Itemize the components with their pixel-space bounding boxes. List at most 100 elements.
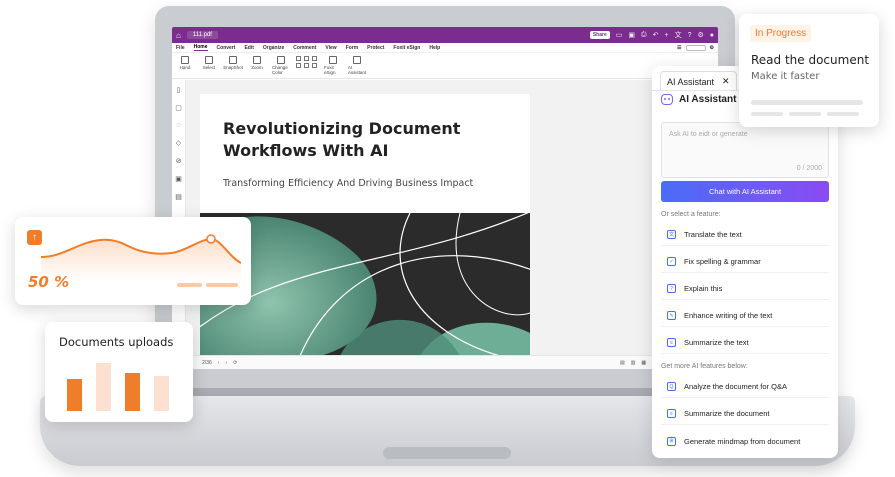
zoom-icon bbox=[253, 56, 261, 64]
print-icon[interactable]: ⎙ bbox=[641, 31, 647, 39]
zoom-tool[interactable]: Zoom bbox=[248, 56, 266, 70]
menu-foxit-esign[interactable]: Foxit eSign bbox=[393, 45, 420, 51]
upload-bar bbox=[125, 373, 140, 411]
fit-width-icon[interactable]: ▥ bbox=[631, 360, 636, 366]
layout-icon[interactable]: ☰ bbox=[677, 45, 681, 51]
placeholder-line-segments bbox=[751, 112, 863, 116]
menu-file[interactable]: File bbox=[176, 45, 185, 51]
legend-dash bbox=[177, 283, 202, 287]
ai-prompt-input[interactable]: Ask AI to eidt or generate 0 / 2000 bbox=[661, 122, 829, 178]
next-page-icon[interactable]: › bbox=[225, 360, 227, 366]
enhance-icon: ✎ bbox=[667, 311, 676, 320]
stat-value: 50 % bbox=[28, 273, 70, 291]
help-icon[interactable]: ? bbox=[688, 32, 692, 39]
menu-view[interactable]: View bbox=[325, 45, 336, 51]
menu-protect[interactable]: Protect bbox=[367, 45, 384, 51]
close-icon[interactable]: ✕ bbox=[722, 76, 730, 87]
select-tool[interactable]: Select bbox=[200, 56, 218, 70]
status-badge: In Progress bbox=[750, 25, 812, 42]
explain-icon: ? bbox=[667, 284, 676, 293]
menu-edit[interactable]: Edit bbox=[244, 45, 253, 51]
uploads-card: Documents uploads bbox=[45, 322, 193, 422]
share-button[interactable]: Share bbox=[589, 31, 610, 39]
prev-page-icon[interactable]: ‹ bbox=[218, 360, 220, 366]
file-tab[interactable]: 111.pdf bbox=[186, 31, 218, 39]
account-icon[interactable]: ● bbox=[710, 32, 714, 39]
page-indicator[interactable]: 2/36 bbox=[202, 360, 212, 366]
view-mode-icon[interactable]: ▤ bbox=[620, 360, 625, 366]
settings-icon[interactable]: ⚙ bbox=[697, 31, 703, 39]
menu-organize[interactable]: Organize bbox=[263, 45, 284, 51]
comment-icon[interactable]: ◌ bbox=[176, 122, 180, 129]
chat-with-ai-button[interactable]: Chat with AI Assistant bbox=[661, 181, 829, 202]
ai-assistant-tool[interactable]: AI Assistant bbox=[348, 56, 366, 75]
fit-page-icon[interactable]: ▦ bbox=[641, 360, 646, 366]
ai-tab-label: AI Assistant bbox=[667, 76, 715, 87]
translate-icon: 文 bbox=[667, 230, 676, 239]
feature-summarize-text[interactable]: ≡ Summarize the text bbox=[661, 332, 829, 354]
menu-help[interactable]: Help bbox=[429, 45, 440, 51]
home-icon[interactable]: ⌂ bbox=[176, 31, 181, 40]
hero-composition: ⌂ 111.pdf Share ▭ ▣ ⎙ ↶ + 文 ? ⚙ ● File H… bbox=[0, 0, 895, 477]
features-heading: Or select a feature: bbox=[661, 211, 721, 218]
feature-mindmap[interactable]: ⊞ Generate mindmap from document bbox=[661, 430, 829, 452]
change-color-tool[interactable]: Change Color bbox=[272, 56, 290, 75]
status-bar: 2/36 ‹ › ⟳ ▤ ▥ ▦ − + bbox=[172, 355, 718, 369]
settings-small-icon[interactable]: ⚙ bbox=[710, 45, 714, 51]
hand-icon bbox=[181, 56, 189, 64]
ribbon: Hand Select SnapShot Zoom Change Color F… bbox=[172, 53, 718, 79]
plus-icon[interactable]: + bbox=[664, 32, 668, 39]
trend-point bbox=[206, 234, 216, 244]
menu-convert[interactable]: Convert bbox=[217, 45, 236, 51]
feature-enhance[interactable]: ✎ Enhance writing of the text bbox=[661, 305, 829, 327]
change-color-icon bbox=[277, 56, 285, 64]
title-bar: ⌂ 111.pdf Share ▭ ▣ ⎙ ↶ + 文 ? ⚙ ● bbox=[172, 27, 718, 43]
pages-icon[interactable]: ▢ bbox=[175, 104, 182, 112]
menu-comment[interactable]: Comment bbox=[293, 45, 316, 51]
feature-explain[interactable]: ? Explain this bbox=[661, 278, 829, 300]
page-subtitle: Transforming Efficiency And Driving Busi… bbox=[223, 178, 474, 189]
menu-bar: File Home Convert Edit Organize Comment … bbox=[172, 43, 718, 53]
upload-bar bbox=[67, 379, 82, 411]
stamp-icon[interactable]: ▤ bbox=[175, 193, 182, 201]
menu-home[interactable]: Home bbox=[193, 44, 208, 51]
lock-icon[interactable]: ▣ bbox=[175, 175, 182, 183]
stat-card: ↑ 50 % bbox=[15, 217, 251, 305]
feature-summarize-document[interactable]: ≡ Summarize the document bbox=[661, 403, 829, 425]
select-icon bbox=[205, 56, 213, 64]
app-window: ⌂ 111.pdf Share ▭ ▣ ⎙ ↶ + 文 ? ⚙ ● File H… bbox=[172, 27, 718, 369]
attachment-icon[interactable]: ⊘ bbox=[176, 157, 182, 165]
undo-icon[interactable]: ↶ bbox=[653, 31, 659, 39]
screen-icon[interactable]: ▣ bbox=[628, 31, 635, 39]
feature-translate[interactable]: 文 Translate the text bbox=[661, 224, 829, 246]
more-features-heading: Get more AI features below: bbox=[661, 363, 748, 370]
char-counter: 0 / 2000 bbox=[796, 165, 822, 172]
upload-bar bbox=[154, 376, 169, 411]
ai-header-title: AI Assistant bbox=[679, 94, 737, 105]
chat-icon[interactable]: ▭ bbox=[616, 31, 623, 39]
trend-area bbox=[41, 239, 241, 282]
placeholder-line bbox=[751, 100, 863, 105]
ai-assistant-tab[interactable]: AI Assistant ✕ bbox=[660, 71, 737, 91]
search-input[interactable] bbox=[685, 44, 706, 51]
progress-subtitle: Make it faster bbox=[751, 71, 820, 82]
view-grid-tools[interactable] bbox=[296, 56, 318, 68]
hand-tool[interactable]: Hand bbox=[176, 56, 194, 70]
rotate-icon[interactable]: ⟳ bbox=[233, 360, 237, 366]
summarize-doc-icon: ≡ bbox=[667, 409, 676, 418]
esign-icon bbox=[329, 56, 337, 64]
snapshot-tool[interactable]: SnapShot bbox=[223, 56, 243, 70]
feature-fix-spelling[interactable]: ✓ Fix spelling & grammar bbox=[661, 251, 829, 273]
trend-line-chart bbox=[41, 234, 241, 282]
progress-title: Read the document bbox=[751, 53, 870, 67]
legend-dash bbox=[206, 283, 238, 287]
ai-assistant-icon bbox=[353, 56, 361, 64]
bookmark-icon[interactable]: ▯ bbox=[177, 86, 181, 94]
foxit-esign-tool[interactable]: Foxit eSign bbox=[324, 56, 342, 75]
layers-icon[interactable]: ◇ bbox=[176, 139, 181, 147]
menu-form[interactable]: Form bbox=[346, 45, 359, 51]
upload-bar bbox=[96, 363, 111, 411]
feature-analyze-qa[interactable]: Q Analyze the document for Q&A bbox=[661, 376, 829, 398]
spellcheck-icon: ✓ bbox=[667, 257, 676, 266]
translate-toolbar-icon[interactable]: 文 bbox=[675, 30, 682, 40]
